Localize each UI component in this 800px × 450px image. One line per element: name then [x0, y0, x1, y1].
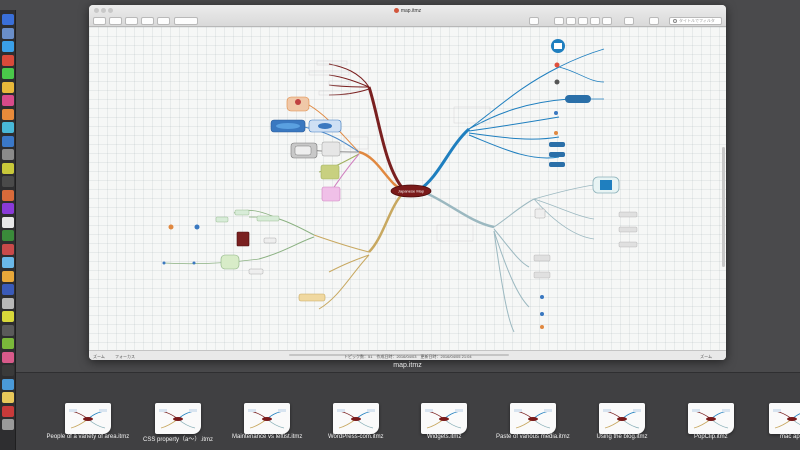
dock-app-icon[interactable] — [2, 311, 14, 322]
central-topic-label: Japanese Map — [398, 189, 425, 194]
file-thumbnail[interactable] — [688, 403, 734, 434]
dock-app-icon[interactable] — [2, 324, 14, 336]
dock-app-icon[interactable] — [2, 351, 14, 363]
outline-button[interactable] — [624, 17, 634, 25]
sidebar-button[interactable] — [649, 17, 659, 25]
dock-app-icon[interactable] — [2, 338, 14, 349]
mindmap-preview — [425, 409, 463, 429]
dock-app-icon[interactable] — [2, 95, 14, 106]
window-caption: map.itmz — [393, 362, 422, 369]
file-thumbnail-label: PopClip.itmz — [694, 434, 728, 440]
app-window: map.itmz タイトルでフィルタ Japanese Map ズーム フォーカ… — [89, 5, 726, 360]
dock-app-icon[interactable] — [2, 135, 14, 147]
file-thumbnail[interactable] — [421, 403, 467, 434]
file-shelf — [16, 372, 800, 450]
relationship-button[interactable] — [125, 17, 138, 25]
theme-button[interactable] — [566, 17, 576, 25]
dock-app-icon[interactable] — [2, 270, 14, 282]
filter-search-field[interactable]: タイトルでフィルタ — [669, 17, 722, 25]
callout-button[interactable] — [157, 17, 170, 25]
file-thumbnail-label: mac ap — [780, 434, 800, 440]
mindmap-preview — [773, 409, 800, 429]
zoom-control[interactable]: ズーム — [700, 354, 712, 360]
mindmap-canvas[interactable]: Japanese Map — [89, 27, 726, 350]
dock-app-icon[interactable] — [2, 203, 14, 214]
branch-upper-right — [418, 127, 471, 192]
dock-app-icon[interactable] — [2, 14, 14, 25]
dock-app-icon[interactable] — [2, 257, 14, 268]
statusbar: ズーム フォーカス トピック数：51 作成日時：2016/04/03 更新日時：… — [89, 350, 726, 360]
file-thumbnail[interactable] — [244, 403, 290, 434]
dock-app-icon[interactable] — [2, 41, 14, 52]
dock-app-icon[interactable] — [2, 405, 14, 417]
mindmap-preview — [692, 409, 730, 429]
mindmap-preview — [69, 409, 107, 429]
image-button[interactable] — [578, 17, 588, 25]
shape-selector[interactable] — [174, 17, 198, 25]
dock-app-icon[interactable] — [2, 216, 14, 228]
mindmap-preview — [337, 409, 375, 429]
file-thumbnail[interactable] — [333, 403, 379, 434]
focus-mode-toggle[interactable]: フォーカス — [115, 354, 135, 360]
file-thumbnail-label: CSS property（a～）.itmz — [143, 437, 214, 443]
file-thumbnail[interactable] — [65, 403, 111, 434]
file-thumbnail-label: Widgets.itmz — [427, 434, 462, 440]
mindmap-preview — [514, 409, 552, 429]
vertical-scrollbar[interactable] — [722, 147, 725, 267]
share-button[interactable] — [529, 17, 539, 25]
branch-lower-left — [368, 191, 405, 253]
file-thumbnail-label: Using the blog.itmz — [596, 434, 648, 440]
dock-app-icon[interactable] — [2, 176, 14, 187]
dock-app-icon[interactable] — [2, 149, 14, 160]
branch-upper-left — [358, 150, 405, 192]
dock-app-icon[interactable] — [2, 27, 14, 39]
file-thumbnail-label: People of a variety of area.itmz — [46, 434, 130, 440]
mindmap-preview — [248, 409, 286, 429]
file-thumbnail-label: Maintenance vs leftist.itmz — [232, 434, 303, 440]
dock-app-icon[interactable] — [2, 365, 14, 376]
dock-app-icon[interactable] — [2, 81, 14, 93]
document-info: トピック数：51 作成日時：2016/04/03 更新日時：2016/04/05… — [344, 354, 472, 359]
dock-app-icon[interactable] — [2, 378, 14, 390]
branch-lower-right — [418, 188, 495, 229]
dock-app-icon[interactable] — [2, 284, 14, 295]
file-thumbnail[interactable] — [769, 403, 800, 434]
dock-app-icon[interactable] — [2, 243, 14, 255]
file-thumbnail-label: WordPress-com.itmz — [328, 434, 384, 440]
titlebar: map.itmz タイトルでフィルタ — [89, 5, 726, 27]
file-thumbnail[interactable] — [155, 403, 201, 434]
mindmap-preview — [603, 409, 641, 429]
zoom-label[interactable]: ズーム — [93, 354, 105, 360]
dock-app-icon[interactable] — [2, 419, 14, 430]
file-thumbnail-label: Paste of various media.itmz — [496, 434, 570, 440]
dock-app-icon[interactable] — [2, 230, 14, 241]
file-thumbnail[interactable] — [510, 403, 556, 434]
search-icon — [673, 19, 677, 23]
mindmap-drawing[interactable]: Japanese Map — [89, 27, 726, 350]
mindmap-preview — [159, 409, 197, 429]
format-button[interactable] — [590, 17, 600, 25]
file-icon — [393, 8, 399, 13]
dock-app-icon[interactable] — [2, 54, 14, 66]
dock-app-icon[interactable] — [2, 297, 14, 309]
window-title: map.itmz — [89, 8, 726, 14]
add-subtopic-button[interactable] — [109, 17, 122, 25]
inspector-button[interactable] — [602, 17, 612, 25]
dock-app-icon[interactable] — [2, 108, 14, 120]
note-button[interactable] — [141, 17, 154, 25]
dock-app-icon[interactable] — [2, 68, 14, 79]
add-topic-button[interactable] — [93, 17, 106, 25]
file-thumbnail[interactable] — [599, 403, 645, 434]
dock — [0, 10, 16, 450]
dock-app-icon[interactable] — [2, 392, 14, 403]
style-button[interactable] — [554, 17, 564, 25]
dock-app-icon[interactable] — [2, 122, 14, 133]
dock-app-icon[interactable] — [2, 189, 14, 201]
dock-app-icon[interactable] — [2, 162, 14, 174]
